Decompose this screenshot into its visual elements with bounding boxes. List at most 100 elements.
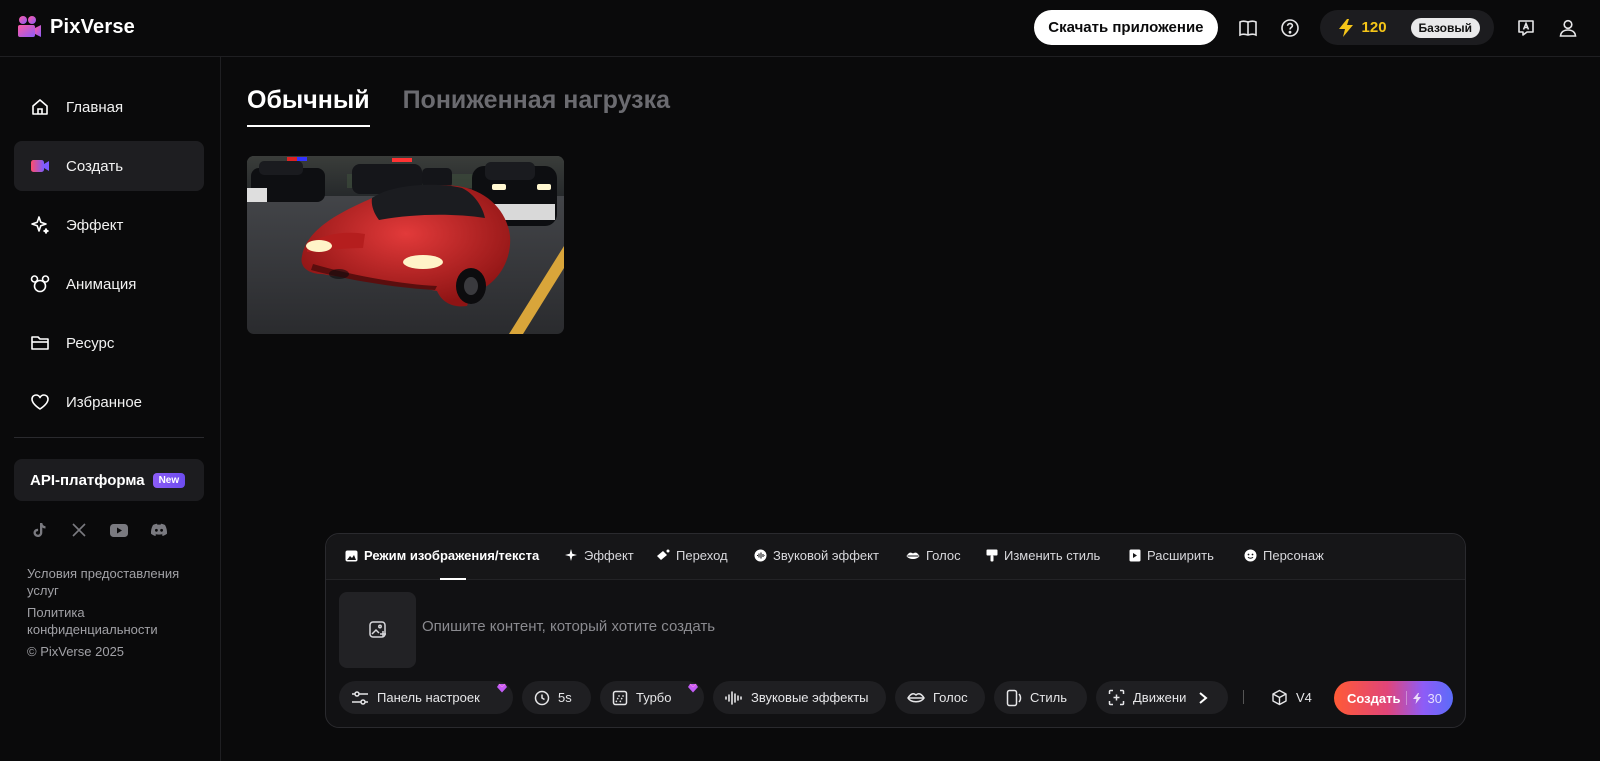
tab-image-text-mode[interactable]: Режим изображения/текста — [345, 548, 539, 563]
discord-icon[interactable] — [150, 521, 168, 539]
composer-mode-tabs: Режим изображения/текста Эффект Переход … — [326, 534, 1465, 580]
sidebar-item-label: Эффект — [66, 216, 124, 234]
paint-brush-icon — [986, 549, 998, 562]
copyright-text: © PixVerse 2025 — [27, 644, 125, 659]
top-header: PixVerse Скачать приложение 120 Базовый — [0, 0, 1600, 57]
chevron-right-icon[interactable] — [1198, 691, 1208, 705]
sparkle-icon — [30, 215, 50, 235]
duration-button[interactable]: 5s — [522, 681, 591, 714]
create-cost: 30 — [1427, 690, 1442, 706]
generated-video-thumbnail[interactable] — [247, 156, 564, 334]
tab-extend[interactable]: Расширить — [1129, 548, 1214, 563]
terms-link[interactable]: Условия предоставления услуг — [27, 565, 207, 599]
sidebar-item-create[interactable]: Создать — [14, 141, 204, 191]
help-icon[interactable] — [1278, 16, 1302, 40]
model-selector[interactable]: V4 — [1271, 689, 1312, 706]
translate-icon[interactable] — [1514, 16, 1538, 40]
audio-wave-icon — [725, 690, 742, 705]
brand-name: PixVerse — [50, 15, 136, 38]
mode-tab-label: Голос — [926, 548, 961, 563]
turbo-button[interactable]: Турбо — [600, 681, 704, 714]
sidebar-item-resource[interactable]: Ресурс — [14, 318, 204, 368]
model-label: V4 — [1296, 690, 1312, 705]
options-separator — [1243, 690, 1244, 704]
lips-icon — [907, 692, 925, 702]
sidebar-item-home[interactable]: Главная — [14, 82, 204, 132]
image-icon — [345, 550, 358, 561]
add-image-icon — [368, 621, 386, 638]
motion-label: Движени — [1133, 690, 1187, 705]
footer-links: Условия предоставления услуг Политика ко… — [27, 565, 207, 660]
style-button[interactable]: Стиль — [994, 681, 1087, 714]
face-icon — [1244, 549, 1257, 562]
header-actions: Скачать приложение 120 Базовый — [1034, 10, 1580, 45]
turbo-label: Турбо — [636, 690, 672, 705]
create-button[interactable]: Создать 30 — [1334, 681, 1453, 715]
upload-image-button[interactable] — [339, 592, 416, 668]
create-label: Создать — [1347, 690, 1401, 706]
user-icon[interactable] — [1556, 16, 1580, 40]
social-links — [30, 521, 168, 539]
x-twitter-icon[interactable] — [70, 521, 88, 539]
mode-tab-label: Переход — [676, 548, 728, 563]
tab-transition[interactable]: Переход — [656, 548, 728, 563]
credits-widget[interactable]: 120 Базовый — [1319, 10, 1494, 45]
tab-low-load[interactable]: Пониженная нагрузка — [403, 86, 670, 127]
home-icon — [30, 97, 50, 117]
privacy-link[interactable]: Политика конфиденциальности — [27, 604, 207, 638]
lips-icon — [906, 552, 920, 559]
tab-change-style[interactable]: Изменить стиль — [986, 548, 1100, 563]
settings-panel-button[interactable]: Панель настроек — [339, 681, 513, 714]
folder-icon — [30, 333, 50, 353]
sidebar-divider — [14, 437, 204, 438]
sound-effects-label: Звуковые эффекты — [751, 690, 869, 705]
sidebar-item-effect[interactable]: Эффект — [14, 200, 204, 250]
motion-frame-icon — [1108, 689, 1125, 706]
brand-logo[interactable]: PixVerse — [16, 14, 135, 40]
device-rotate-icon — [1006, 689, 1022, 706]
sidebar: Главная Создать Эффект Анимация Ресурс И… — [0, 57, 221, 761]
prompt-input[interactable] — [422, 618, 1422, 635]
clock-icon — [534, 690, 550, 705]
style-label: Стиль — [1030, 690, 1067, 705]
settings-panel-label: Панель настроек — [377, 690, 480, 705]
tab-voice[interactable]: Голос — [906, 548, 961, 563]
tab-sound-effect[interactable]: Звуковой эффект — [754, 548, 879, 563]
turbo-icon — [612, 690, 628, 705]
tab-effect[interactable]: Эффект — [565, 548, 634, 563]
create-divider — [1406, 691, 1408, 705]
download-app-button[interactable]: Скачать приложение — [1034, 10, 1218, 45]
tiktok-icon[interactable] — [30, 521, 48, 539]
mouse-head-icon — [30, 274, 50, 294]
cube-icon — [1272, 689, 1287, 706]
sidebar-item-label: Главная — [66, 98, 124, 116]
book-icon[interactable] — [1236, 16, 1260, 40]
new-badge: New — [152, 472, 186, 488]
extend-icon — [1129, 549, 1141, 562]
premium-gem-icon — [497, 683, 507, 693]
mode-tab-label: Расширить — [1147, 548, 1214, 563]
sidebar-item-animation[interactable]: Анимация — [14, 259, 204, 309]
sound-wave-icon — [754, 549, 767, 562]
api-platform-link[interactable]: API-платформа New — [14, 459, 204, 501]
voice-label: Голос — [933, 690, 968, 705]
duration-label: 5s — [558, 690, 572, 705]
active-tab-indicator — [440, 578, 466, 580]
sound-effects-button[interactable]: Звуковые эффекты — [713, 681, 886, 714]
sidebar-item-label: Создать — [66, 157, 124, 175]
tab-character[interactable]: Персонаж — [1244, 548, 1324, 563]
premium-gem-icon — [688, 683, 698, 693]
motion-button[interactable]: Движени — [1096, 681, 1228, 714]
sidebar-item-label: Ресурс — [66, 334, 115, 352]
sidebar-item-label: Анимация — [66, 275, 137, 293]
lightning-icon — [1338, 18, 1353, 37]
tab-normal[interactable]: Обычный — [247, 86, 370, 127]
youtube-icon[interactable] — [110, 521, 128, 539]
voice-button[interactable]: Голос — [895, 681, 985, 714]
main-tabs: Обычный Пониженная нагрузка — [247, 86, 670, 127]
red-car-image — [247, 156, 564, 334]
api-platform-label: API-платформа — [30, 471, 145, 489]
mode-tab-label: Звуковой эффект — [773, 548, 879, 563]
sidebar-item-label: Избранное — [66, 393, 143, 411]
sidebar-item-favorites[interactable]: Избранное — [14, 377, 204, 427]
